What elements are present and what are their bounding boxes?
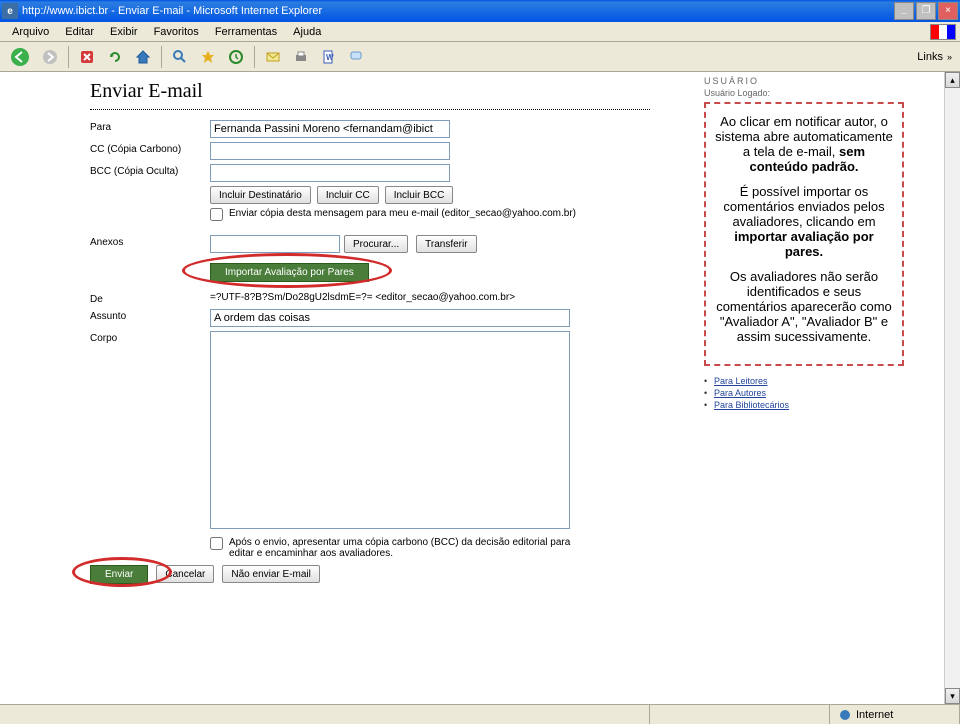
incluir-bcc-button[interactable]: Incluir BCC <box>385 186 454 204</box>
windows-flag-icon <box>930 24 956 40</box>
value-de: =?UTF-8?B?Sm/Do28gU2lsdmE=?= <editor_sec… <box>210 292 515 303</box>
input-anexos[interactable] <box>210 235 340 253</box>
label-anexos: Anexos <box>90 235 210 248</box>
sidebar-sub: Usuário Logado: <box>704 88 904 98</box>
label-de: De <box>90 292 210 305</box>
link-bibliotecarios[interactable]: Para Bibliotecários <box>704 400 904 410</box>
links-label[interactable]: Links <box>917 51 943 63</box>
label-enviar-copia: Enviar cópia desta mensagem para meu e-m… <box>229 208 576 219</box>
nao-enviar-button[interactable]: Não enviar E-mail <box>222 565 319 583</box>
textarea-corpo[interactable] <box>210 331 570 529</box>
window-title: http://www.ibict.br - Enviar E-mail - Mi… <box>22 5 894 17</box>
stop-button[interactable] <box>74 45 100 69</box>
procurar-button[interactable]: Procurar... <box>344 235 408 253</box>
link-autores[interactable]: Para Autores <box>704 388 904 398</box>
search-button[interactable] <box>167 45 193 69</box>
input-cc[interactable] <box>210 142 450 160</box>
refresh-button[interactable] <box>102 45 128 69</box>
toolbar: W Links » <box>0 42 960 72</box>
scroll-up-button[interactable]: ▴ <box>945 72 960 88</box>
divider <box>90 109 650 110</box>
scroll-down-button[interactable]: ▾ <box>945 688 960 704</box>
sidebar-heading: USUÁRIO <box>704 76 904 86</box>
forward-button[interactable] <box>37 45 63 69</box>
discuss-button[interactable] <box>344 45 370 69</box>
label-bcc: BCC (Cópia Oculta) <box>90 164 210 177</box>
label-apos-envio: Após o envio, apresentar uma cópia carbo… <box>229 537 590 559</box>
menu-ferramentas[interactable]: Ferramentas <box>207 24 285 40</box>
checkbox-enviar-copia[interactable] <box>210 208 223 221</box>
label-para: Para <box>90 120 210 133</box>
importar-avaliacao-button[interactable]: Importar Avaliação por Pares <box>210 263 369 282</box>
edit-button[interactable]: W <box>316 45 342 69</box>
menubar: Arquivo Editar Exibir Favoritos Ferramen… <box>0 22 960 42</box>
minimize-button[interactable]: _ <box>894 2 914 20</box>
enviar-button[interactable]: Enviar <box>90 565 148 584</box>
status-zone: Internet <box>856 709 893 721</box>
annotation-box: Ao clicar em notificar autor, o sistema … <box>704 102 904 366</box>
sidebar: USUÁRIO Usuário Logado: Ao clicar em not… <box>704 76 904 412</box>
vertical-scrollbar[interactable]: ▴ ▾ <box>944 72 960 704</box>
incluir-destinatario-button[interactable]: Incluir Destinatário <box>210 186 311 204</box>
links-chevron-icon[interactable]: » <box>947 52 952 62</box>
input-bcc[interactable] <box>210 164 450 182</box>
mail-button[interactable] <box>260 45 286 69</box>
label-assunto: Assunto <box>90 309 210 322</box>
close-button[interactable]: × <box>938 2 958 20</box>
input-assunto[interactable] <box>210 309 570 327</box>
cancelar-button[interactable]: Cancelar <box>156 565 214 583</box>
menu-favoritos[interactable]: Favoritos <box>146 24 207 40</box>
incluir-cc-button[interactable]: Incluir CC <box>317 186 379 204</box>
checkbox-apos-envio[interactable] <box>210 537 223 550</box>
content-area: Enviar E-mail Para CC (Cópia Carbono) BC… <box>0 72 960 704</box>
home-button[interactable] <box>130 45 156 69</box>
window-titlebar: e http://www.ibict.br - Enviar E-mail - … <box>0 0 960 22</box>
menu-arquivo[interactable]: Arquivo <box>4 24 57 40</box>
svg-text:W: W <box>326 53 334 62</box>
maximize-button[interactable]: ❐ <box>916 2 936 20</box>
menu-ajuda[interactable]: Ajuda <box>285 24 329 40</box>
ie-icon: e <box>2 3 18 19</box>
statusbar: Internet <box>0 704 960 724</box>
menu-editar[interactable]: Editar <box>57 24 102 40</box>
print-button[interactable] <box>288 45 314 69</box>
internet-zone-icon <box>838 708 852 722</box>
input-para[interactable] <box>210 120 450 138</box>
back-button[interactable] <box>5 45 35 69</box>
link-leitores[interactable]: Para Leitores <box>704 376 904 386</box>
label-cc: CC (Cópia Carbono) <box>90 142 210 155</box>
menu-exibir[interactable]: Exibir <box>102 24 146 40</box>
sidebar-links: Para Leitores Para Autores Para Bibliote… <box>704 376 904 410</box>
label-corpo: Corpo <box>90 331 210 344</box>
favorites-button[interactable] <box>195 45 221 69</box>
transferir-button[interactable]: Transferir <box>416 235 476 253</box>
history-button[interactable] <box>223 45 249 69</box>
